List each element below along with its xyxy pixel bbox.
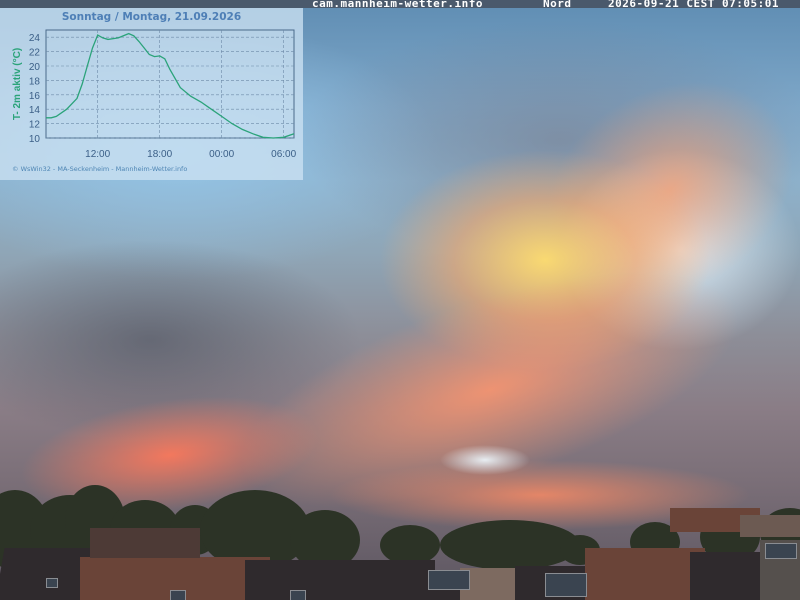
temperature-chart: 10 12 14 16 18 20 22 24 12:00 18:00 00:00 06:00 T- 2…	[12, 29, 297, 160]
x-tick-label: 00:00	[209, 149, 234, 160]
y-tick-label: 22	[29, 48, 41, 59]
y-tick-label: 20	[29, 62, 41, 73]
y-axis-label: T- 2m aktiv (°C)	[12, 48, 23, 120]
x-tick-label: 06:00	[271, 149, 296, 160]
chart-footer: © WsWin32 - MA-Seckenheim - Mannheim-Wet…	[12, 165, 188, 173]
y-tick-label: 18	[29, 76, 41, 87]
capture-timestamp: 2026-09-21 CEST 07:05:01	[608, 0, 779, 10]
plot-frame	[45, 29, 295, 139]
temperature-series-line	[46, 32, 295, 139]
y-tick-label: 12	[29, 120, 41, 131]
site-url: cam.mannheim-wetter.info	[312, 0, 483, 10]
y-tick-label: 14	[29, 105, 41, 116]
y-tick-label: 10	[29, 134, 41, 145]
y-tick-label: 16	[29, 91, 41, 102]
camera-direction: Nord	[543, 0, 572, 10]
chart-title: Sonntag / Montag, 21.09.2026	[61, 11, 242, 23]
temperature-chart-overlay: 10 12 14 16 18 20 22 24 12:00 18:00 00:00 06:00 T- 2…	[0, 8, 303, 180]
x-tick-label: 12:00	[85, 149, 110, 160]
bright-gap	[440, 445, 530, 475]
x-tick-label: 18:00	[147, 149, 172, 160]
y-tick-label: 24	[29, 33, 41, 44]
camera-banner: cam.mannheim-wetter.info Nord 2026-09-21…	[0, 0, 800, 10]
